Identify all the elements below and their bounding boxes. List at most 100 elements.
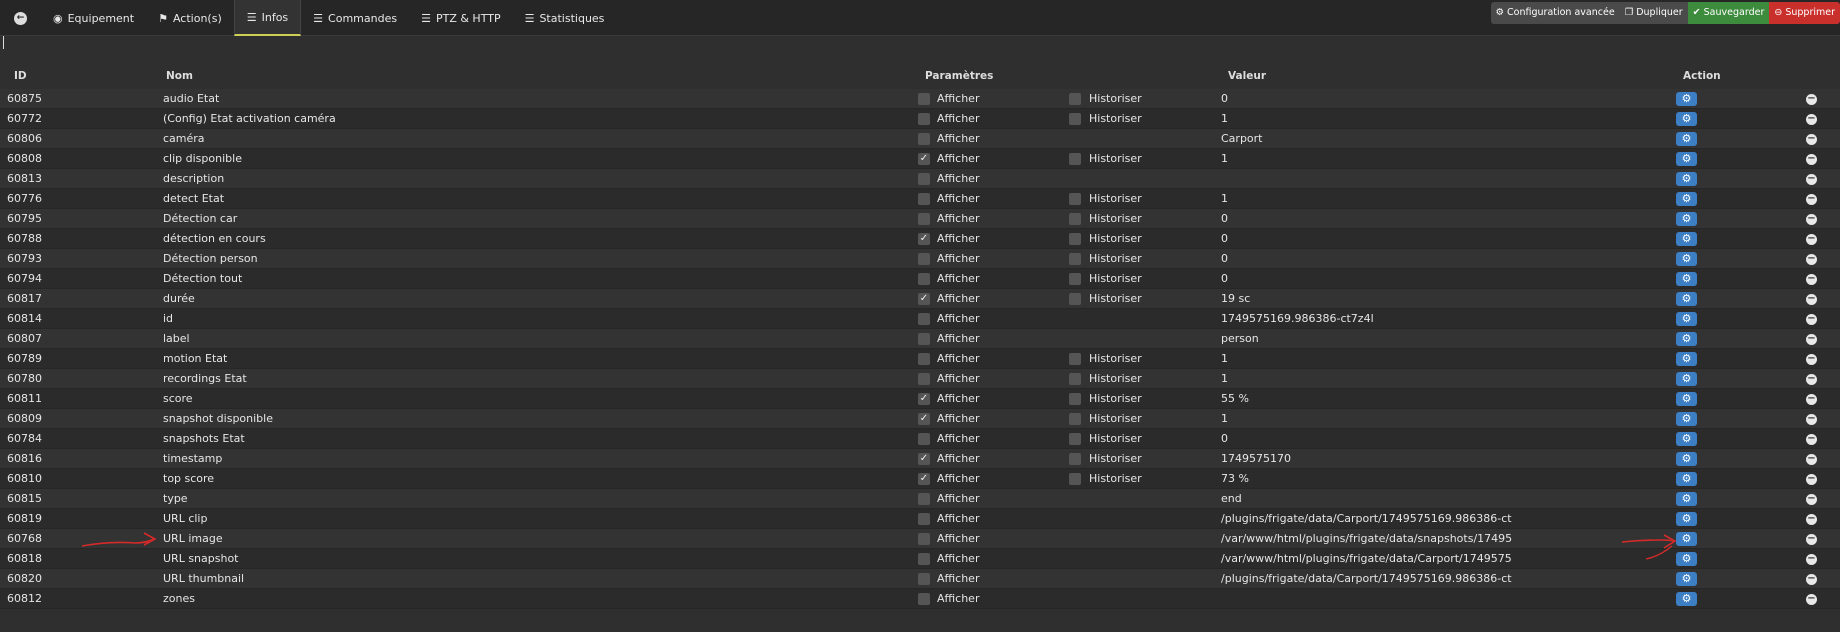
remove-minus-icon[interactable]: − <box>1806 394 1817 405</box>
remove-minus-icon[interactable]: − <box>1806 194 1817 205</box>
afficher-checkbox[interactable] <box>918 593 930 605</box>
historiser-checkbox[interactable] <box>1069 193 1081 205</box>
historiser-checkbox[interactable] <box>1069 273 1081 285</box>
afficher-checkbox[interactable]: ✓ <box>918 453 930 465</box>
remove-minus-icon[interactable]: − <box>1806 114 1817 125</box>
configure-cogs-icon[interactable]: ⚙ <box>1676 412 1697 426</box>
afficher-checkbox[interactable]: ✓ <box>918 293 930 305</box>
afficher-checkbox[interactable] <box>918 273 930 285</box>
remove-minus-icon[interactable]: − <box>1806 334 1817 345</box>
afficher-checkbox[interactable] <box>918 513 930 525</box>
historiser-checkbox[interactable] <box>1069 373 1081 385</box>
afficher-checkbox[interactable] <box>918 193 930 205</box>
remove-minus-icon[interactable]: − <box>1806 554 1817 565</box>
afficher-checkbox[interactable] <box>918 433 930 445</box>
remove-minus-icon[interactable]: − <box>1806 514 1817 525</box>
delete-button[interactable]: ⊖ Supprimer <box>1769 2 1840 24</box>
afficher-checkbox[interactable]: ✓ <box>918 233 930 245</box>
historiser-checkbox[interactable] <box>1069 433 1081 445</box>
afficher-checkbox[interactable] <box>918 553 930 565</box>
afficher-checkbox[interactable] <box>918 133 930 145</box>
configure-cogs-icon[interactable]: ⚙ <box>1676 452 1697 466</box>
back-button[interactable]: ← <box>0 0 41 36</box>
afficher-checkbox[interactable] <box>918 173 930 185</box>
afficher-checkbox[interactable] <box>918 213 930 225</box>
historiser-checkbox[interactable] <box>1069 353 1081 365</box>
historiser-checkbox[interactable] <box>1069 113 1081 125</box>
afficher-checkbox[interactable] <box>918 493 930 505</box>
remove-minus-icon[interactable]: − <box>1806 434 1817 445</box>
duplicate-button[interactable]: ❐ Dupliquer <box>1619 2 1688 24</box>
configure-cogs-icon[interactable]: ⚙ <box>1676 152 1697 166</box>
afficher-checkbox[interactable]: ✓ <box>918 153 930 165</box>
remove-minus-icon[interactable]: − <box>1806 414 1817 425</box>
remove-minus-icon[interactable]: − <box>1806 254 1817 265</box>
remove-minus-icon[interactable]: − <box>1806 154 1817 165</box>
historiser-checkbox[interactable] <box>1069 93 1081 105</box>
afficher-checkbox[interactable] <box>918 113 930 125</box>
remove-minus-icon[interactable]: − <box>1806 94 1817 105</box>
configure-cogs-icon[interactable]: ⚙ <box>1676 392 1697 406</box>
configure-cogs-icon[interactable]: ⚙ <box>1676 332 1697 346</box>
configure-cogs-icon[interactable]: ⚙ <box>1676 492 1697 506</box>
configure-cogs-icon[interactable]: ⚙ <box>1676 572 1697 586</box>
afficher-checkbox[interactable]: ✓ <box>918 393 930 405</box>
afficher-checkbox[interactable] <box>918 573 930 585</box>
configure-cogs-icon[interactable]: ⚙ <box>1676 372 1697 386</box>
afficher-checkbox[interactable] <box>918 333 930 345</box>
remove-minus-icon[interactable]: − <box>1806 374 1817 385</box>
configure-cogs-icon[interactable]: ⚙ <box>1676 312 1697 326</box>
configure-cogs-icon[interactable]: ⚙ <box>1676 112 1697 126</box>
remove-minus-icon[interactable]: − <box>1806 594 1817 605</box>
remove-minus-icon[interactable]: − <box>1806 574 1817 585</box>
afficher-checkbox[interactable]: ✓ <box>918 413 930 425</box>
remove-minus-icon[interactable]: − <box>1806 294 1817 305</box>
remove-minus-icon[interactable]: − <box>1806 454 1817 465</box>
historiser-checkbox[interactable] <box>1069 393 1081 405</box>
remove-minus-icon[interactable]: − <box>1806 494 1817 505</box>
historiser-checkbox[interactable] <box>1069 233 1081 245</box>
configure-cogs-icon[interactable]: ⚙ <box>1676 132 1697 146</box>
configure-cogs-icon[interactable]: ⚙ <box>1676 252 1697 266</box>
save-button[interactable]: ✔ Sauvegarder <box>1687 2 1770 24</box>
historiser-checkbox[interactable] <box>1069 473 1081 485</box>
tab-actions[interactable]: ⚑ Action(s) <box>146 0 234 36</box>
tab-infos[interactable]: ☰ Infos <box>233 0 302 36</box>
historiser-checkbox[interactable] <box>1069 153 1081 165</box>
configure-cogs-icon[interactable]: ⚙ <box>1676 212 1697 226</box>
configure-cogs-icon[interactable]: ⚙ <box>1676 92 1697 106</box>
remove-minus-icon[interactable]: − <box>1806 474 1817 485</box>
remove-minus-icon[interactable]: − <box>1806 274 1817 285</box>
advanced-config-button[interactable]: ⚙ Configuration avancée <box>1490 2 1620 24</box>
remove-minus-icon[interactable]: − <box>1806 214 1817 225</box>
configure-cogs-icon[interactable]: ⚙ <box>1676 352 1697 366</box>
configure-cogs-icon[interactable]: ⚙ <box>1676 432 1697 446</box>
remove-minus-icon[interactable]: − <box>1806 134 1817 145</box>
configure-cogs-icon[interactable]: ⚙ <box>1676 512 1697 526</box>
tab-statistiques[interactable]: ☰ Statistiques <box>513 0 617 36</box>
remove-minus-icon[interactable]: − <box>1806 354 1817 365</box>
historiser-checkbox[interactable] <box>1069 413 1081 425</box>
tab-commandes[interactable]: ☰ Commandes <box>301 0 409 36</box>
configure-cogs-icon[interactable]: ⚙ <box>1676 172 1697 186</box>
remove-minus-icon[interactable]: − <box>1806 174 1817 185</box>
configure-cogs-icon[interactable]: ⚙ <box>1676 232 1697 246</box>
tab-ptz-http[interactable]: ☰ PTZ & HTTP <box>409 0 512 36</box>
afficher-checkbox[interactable] <box>918 373 930 385</box>
afficher-checkbox[interactable] <box>918 93 930 105</box>
historiser-checkbox[interactable] <box>1069 453 1081 465</box>
afficher-checkbox[interactable] <box>918 533 930 545</box>
remove-minus-icon[interactable]: − <box>1806 314 1817 325</box>
afficher-checkbox[interactable] <box>918 353 930 365</box>
remove-minus-icon[interactable]: − <box>1806 534 1817 545</box>
configure-cogs-icon[interactable]: ⚙ <box>1676 292 1697 306</box>
tab-equipement[interactable]: ◉ Equipement <box>41 0 146 36</box>
historiser-checkbox[interactable] <box>1069 293 1081 305</box>
configure-cogs-icon[interactable]: ⚙ <box>1676 192 1697 206</box>
remove-minus-icon[interactable]: − <box>1806 234 1817 245</box>
afficher-checkbox[interactable]: ✓ <box>918 473 930 485</box>
historiser-checkbox[interactable] <box>1069 253 1081 265</box>
configure-cogs-icon[interactable]: ⚙ <box>1676 592 1697 606</box>
afficher-checkbox[interactable] <box>918 313 930 325</box>
configure-cogs-icon[interactable]: ⚙ <box>1676 472 1697 486</box>
